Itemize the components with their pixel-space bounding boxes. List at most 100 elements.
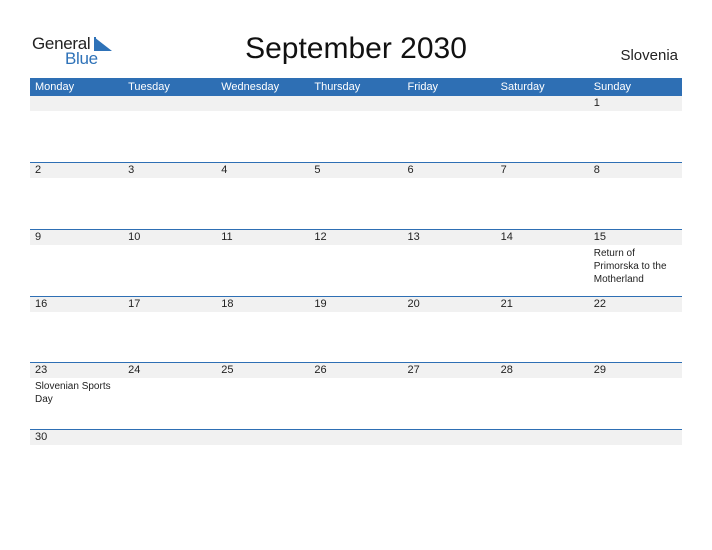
day-cell: 4 [216,163,310,178]
day-cell: 19 [309,297,403,312]
day-cell: 24 [123,363,217,406]
day-number: 18 [216,297,310,312]
day-number: 5 [309,163,403,178]
day-cell: 15 Return of Primorska to the Motherland [588,230,682,286]
day-number [588,430,682,445]
day-cell: 26 [309,363,403,406]
day-number: 9 [30,230,124,245]
day-number: 7 [495,163,589,178]
day-number [402,430,496,445]
day-cell: 21 [495,297,589,312]
country-label: Slovenia [620,47,678,64]
day-cell: 9 [30,230,124,286]
day-cell: 7 [495,163,589,178]
day-number: 22 [588,297,682,312]
day-number [216,96,310,111]
day-number [495,430,589,445]
day-cell: 23 Slovenian Sports Day [30,363,124,406]
day-number: 21 [495,297,589,312]
day-cell: 8 [588,163,682,178]
day-cell [495,430,589,445]
day-cell: 2 [30,163,124,178]
day-number [309,430,403,445]
day-number: 23 [30,363,124,378]
holiday-label: Return of Primorska to the Motherland [593,248,667,285]
day-number: 2 [30,163,124,178]
day-cell: 5 [309,163,403,178]
weekday-friday: Friday [407,81,439,93]
weekday-saturday: Saturday [500,81,545,93]
week-row: 16 17 18 19 20 21 22 [30,296,682,312]
day-number: 29 [588,363,682,378]
day-cell: 3 [123,163,217,178]
day-number: 30 [30,430,124,445]
holiday-label: Slovenian Sports Day [35,381,111,405]
day-number: 20 [402,297,496,312]
day-number [309,96,403,111]
day-number: 25 [216,363,310,378]
day-cell [495,96,589,111]
day-number [402,96,496,111]
day-number [123,96,217,111]
day-number: 24 [123,363,217,378]
day-cell: 30 [30,430,124,445]
day-cell [309,96,403,111]
day-number: 1 [588,96,682,111]
day-number: 14 [495,230,589,245]
day-number [495,96,589,111]
day-cell [309,430,403,445]
weekday-tuesday: Tuesday [128,81,170,93]
weekday-header: Monday Tuesday Wednesday Thursday Friday… [30,78,682,96]
day-cell [216,96,310,111]
week-row: 1 [30,96,682,111]
day-cell: 29 [588,363,682,406]
day-cell: 12 [309,230,403,286]
day-number [216,430,310,445]
day-number: 28 [495,363,589,378]
day-number: 26 [309,363,403,378]
weekday-wednesday: Wednesday [221,81,280,93]
day-cell [123,96,217,111]
page-title: September 2030 [245,32,467,65]
day-cell [402,96,496,111]
day-cell: 28 [495,363,589,406]
weekday-thursday: Thursday [314,81,361,93]
day-cell: 18 [216,297,310,312]
day-cell [30,96,124,111]
day-cell: 10 [123,230,217,286]
day-number: 10 [123,230,217,245]
day-cell [588,430,682,445]
week-row: 9 10 11 12 13 14 15 Return of Primorska to the … [30,229,682,286]
day-number: 8 [588,163,682,178]
day-cell [123,430,217,445]
weekday-monday: Monday [35,81,75,93]
day-cell: 13 [402,230,496,286]
day-cell: 27 [402,363,496,406]
day-cell [402,430,496,445]
day-number: 12 [309,230,403,245]
day-number: 27 [402,363,496,378]
day-cell: 6 [402,163,496,178]
day-number: 3 [123,163,217,178]
day-cell: 11 [216,230,310,286]
day-number: 6 [402,163,496,178]
day-cell: 25 [216,363,310,406]
week-row: 2345678 [30,162,682,178]
day-number: 4 [216,163,310,178]
day-number [30,96,124,111]
day-cell: 20 [402,297,496,312]
day-number: 11 [216,230,310,245]
week-row: 23 Slovenian Sports Day 24 25 26 27 28 29 [30,362,682,406]
day-number: 17 [123,297,217,312]
day-cell: 22 [588,297,682,312]
day-number: 15 [588,230,682,245]
day-number: 19 [309,297,403,312]
day-cell [216,430,310,445]
day-cell: 1 [588,96,682,111]
day-cell: 14 [495,230,589,286]
day-number: 13 [402,230,496,245]
weekday-sunday: Sunday [593,81,632,93]
day-number [123,430,217,445]
day-cell: 16 [30,297,124,312]
day-cell: 17 [123,297,217,312]
